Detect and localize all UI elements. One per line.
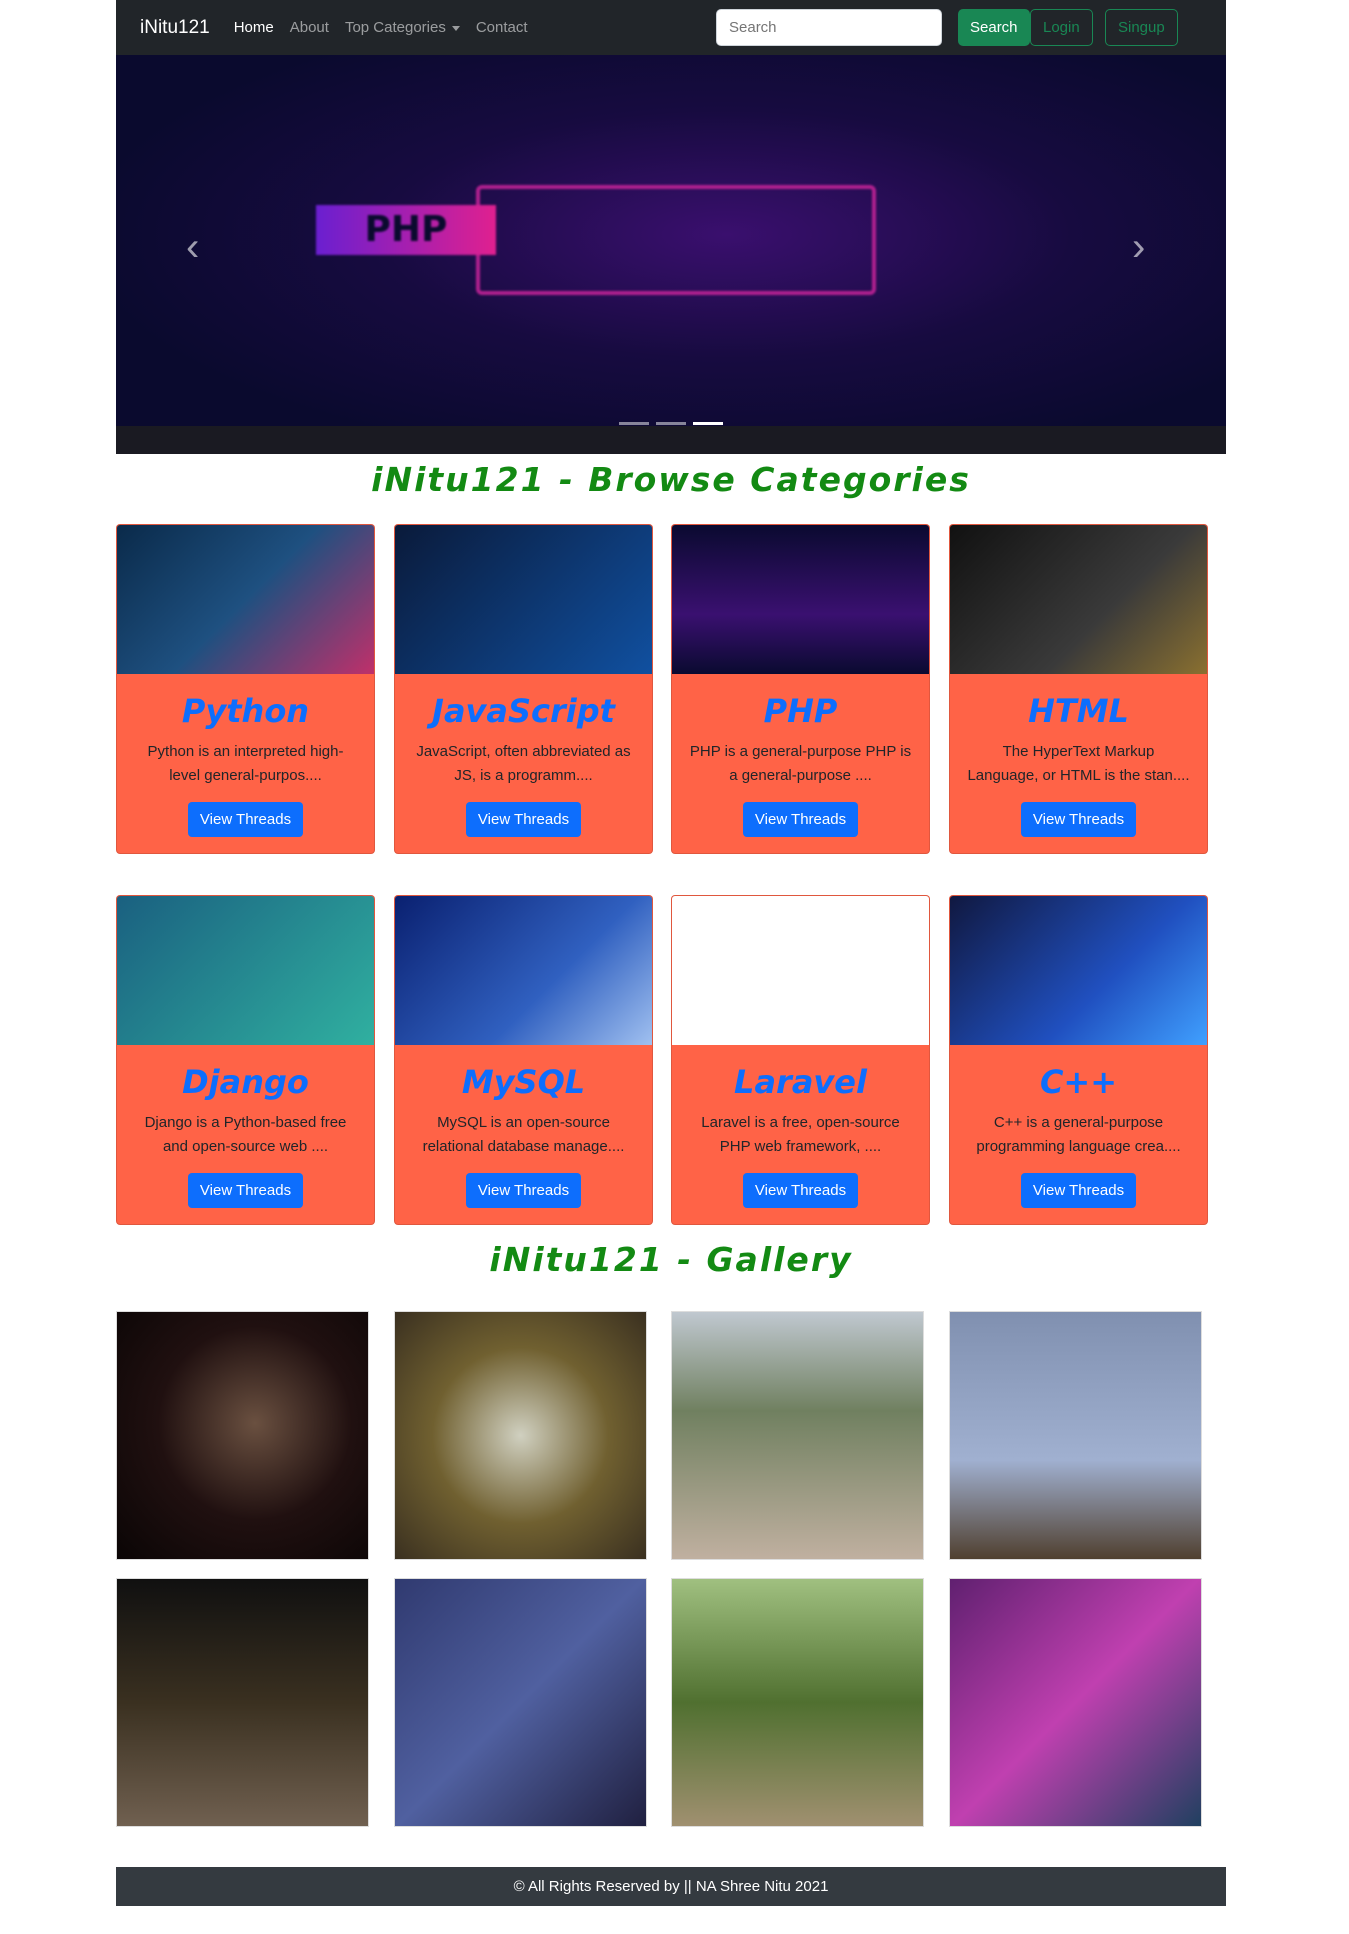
footer: © All Rights Reserved by || NA Shree Nit… [116,1867,1226,1906]
category-description: The HyperText Markup Language, or HTML i… [967,743,1190,784]
category-image [950,525,1207,674]
view-threads-button[interactable]: View Threads [187,1173,304,1208]
gallery-image[interactable] [949,1311,1202,1560]
gallery-heading: iNitu121 - Gallery [489,1240,853,1279]
category-description: JavaScript, often abbreviated as JS, is … [416,743,631,784]
caret-down-icon [451,25,460,31]
category-card: PHP PHP is a general-purpose PHP is a ge… [671,524,930,854]
view-threads-button[interactable]: View Threads [742,1173,859,1208]
category-title: Laravel [734,1063,867,1101]
category-image [950,896,1207,1045]
carousel-indicator-1[interactable] [619,422,649,425]
view-threads-button[interactable]: View Threads [465,1173,582,1208]
view-threads-button[interactable]: View Threads [1020,802,1137,837]
category-card: Laravel Laravel is a free, open-source P… [671,895,930,1225]
category-card: HTML The HyperText Markup Language, or H… [949,524,1208,854]
search-input[interactable] [716,9,942,46]
category-title: MySQL [461,1063,586,1101]
view-threads-button[interactable]: View Threads [1020,1173,1137,1208]
carousel-indicator-3[interactable] [693,422,723,425]
carousel-watermark-bar [116,426,1226,454]
gallery-image[interactable] [949,1578,1202,1827]
category-title: Python [181,692,310,730]
category-title: HTML [1028,692,1129,730]
category-description: C++ is a general-purpose programming lan… [976,1114,1181,1155]
nav-home[interactable]: Home [234,19,274,36]
carousel-indicator-2[interactable] [656,422,686,425]
categories-heading: iNitu121 - Browse Categories [371,460,971,499]
category-description: PHP is a general-purpose PHP is a genera… [689,743,912,784]
nav-top-categories-label: Top Categories [344,19,446,36]
category-title: C++ [1039,1063,1118,1101]
carousel: PHP ‹ › [116,55,1226,454]
category-card: C++ C++ is a general-purpose programming… [949,895,1208,1225]
gallery-image[interactable] [671,1311,924,1560]
category-description: Django is a Python-based free and open-s… [144,1114,347,1155]
category-image [395,525,652,674]
category-card: JavaScript JavaScript, often abbreviated… [394,524,653,854]
gallery-image[interactable] [394,1578,647,1827]
category-image [672,525,929,674]
nav-top-categories[interactable]: Top Categories [345,19,460,36]
category-image [117,896,374,1045]
category-description: Laravel is a free, open-source PHP web f… [701,1114,900,1155]
category-card: Python Python is an interpreted high-lev… [116,524,375,854]
nav-about[interactable]: About [290,19,329,36]
nav-contact[interactable]: Contact [476,19,528,36]
category-card: Django Django is a Python-based free and… [116,895,375,1225]
gallery-image[interactable] [116,1578,369,1827]
carousel-image-php: PHP [316,205,496,255]
view-threads-button[interactable]: View Threads [742,802,859,837]
category-title: Django [182,1063,309,1101]
category-title: PHP [763,692,838,730]
category-title: JavaScript [432,692,615,730]
view-threads-button[interactable]: View Threads [465,802,582,837]
carousel-image-frame [476,185,876,295]
gallery-image[interactable] [116,1311,369,1560]
carousel-next-icon[interactable]: › [1132,225,1145,270]
category-image [672,896,929,1045]
search-button[interactable]: Search [958,9,1030,46]
login-button[interactable]: Login [1030,9,1093,46]
category-image [117,525,374,674]
gallery-image[interactable] [394,1311,647,1560]
category-image [395,896,652,1045]
signup-button[interactable]: Singup [1105,9,1178,46]
category-description: Python is an interpreted high-level gene… [147,743,344,784]
category-card: MySQL MySQL is an open-source relational… [394,895,653,1225]
navbar: iNitu121 Home About Top Categories Conta… [116,0,1226,55]
view-threads-button[interactable]: View Threads [187,802,304,837]
carousel-prev-icon[interactable]: ‹ [186,225,199,270]
category-description: MySQL is an open-source relational datab… [422,1114,625,1155]
gallery-image[interactable] [671,1578,924,1827]
brand-logo[interactable]: iNitu121 [140,17,210,39]
